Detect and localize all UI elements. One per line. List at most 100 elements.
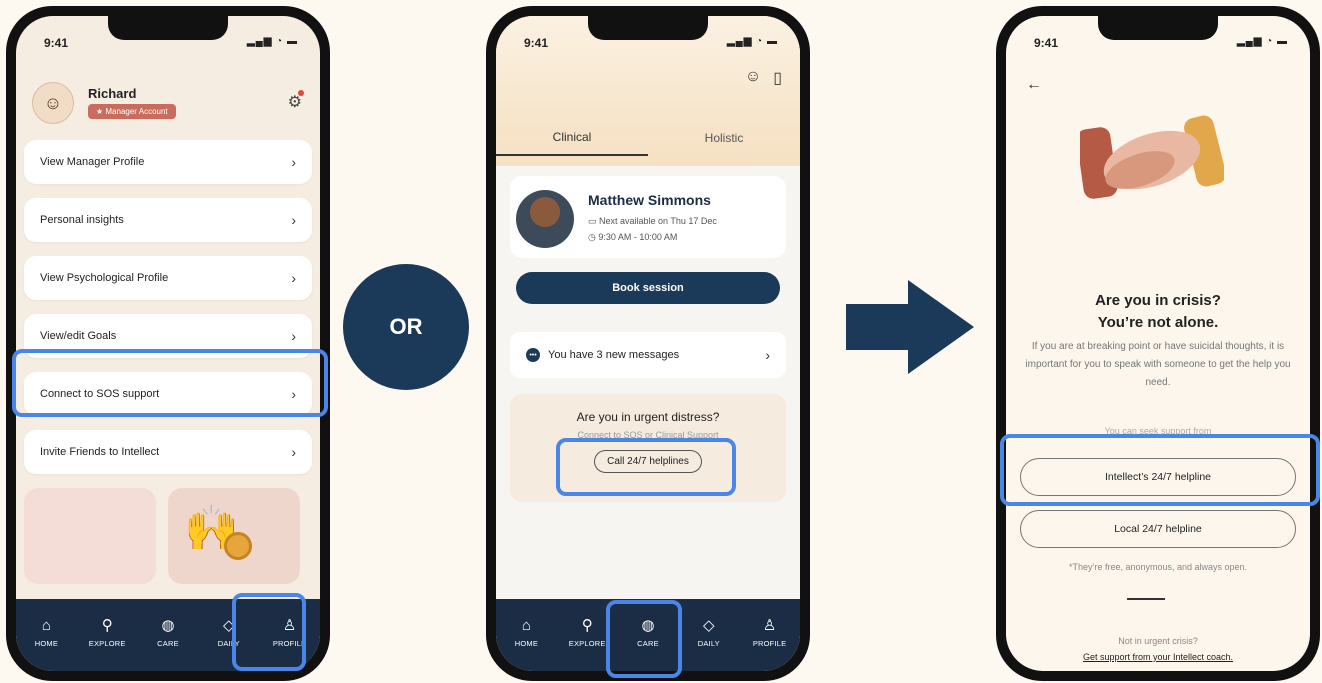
menu-item-invite-friends[interactable]: Invite Friends to Intellect › bbox=[24, 430, 312, 474]
content-tile-medal[interactable]: 🙌 bbox=[168, 488, 300, 584]
back-arrow-icon[interactable]: ← bbox=[1026, 76, 1042, 94]
chevron-right-icon: › bbox=[291, 328, 296, 344]
diamond-icon: ◇ bbox=[703, 617, 715, 634]
next-available-row: ▭ Next available on Thu 17 Dec bbox=[588, 216, 717, 227]
calendar-icon: ▭ bbox=[588, 216, 600, 226]
tab-profile[interactable]: ♙ PROFILE bbox=[743, 617, 797, 648]
crisis-title: Are you in crisis? You’re not alone. bbox=[1006, 290, 1310, 334]
tab-label: DAILY bbox=[697, 639, 720, 648]
tab-explore[interactable]: ⚲ EXPLORE bbox=[560, 617, 614, 648]
messages-row[interactable]: ••• You have 3 new messages › bbox=[510, 332, 786, 378]
book-session-button[interactable]: Book session bbox=[516, 272, 780, 304]
intellect-helpline-button[interactable]: Intellect’s 24/7 helpline bbox=[1020, 458, 1296, 496]
not-urgent-text: Not in urgent crisis? bbox=[1118, 636, 1198, 646]
canvas: 9:41 ▂▄▆ ◔ ▬ ☺ Richard ★ Manager Account… bbox=[0, 0, 1322, 683]
tab-profile[interactable]: ♙ PROFILE bbox=[263, 617, 317, 648]
menu-item-label: Invite Friends to Intellect bbox=[40, 446, 160, 458]
menu-item-manager-profile[interactable]: View Manager Profile › bbox=[24, 140, 312, 184]
status-icons: ▂▄▆ ◔ ▬ bbox=[246, 36, 298, 47]
chevron-right-icon: › bbox=[291, 154, 296, 170]
chat-face-icon[interactable]: ☺ bbox=[745, 68, 761, 88]
coach-photo bbox=[516, 190, 574, 248]
status-icons: ▂▄▆ ◔ ▬ bbox=[1236, 36, 1288, 47]
tab-home[interactable]: ⌂ HOME bbox=[19, 617, 73, 648]
tab-clinical[interactable]: Clinical bbox=[496, 120, 648, 156]
menu-item-label: Connect to SOS support bbox=[40, 388, 160, 400]
menu-item-label: View Manager Profile bbox=[40, 156, 145, 168]
phone-notch bbox=[588, 16, 708, 40]
status-time: 9:41 bbox=[1034, 36, 1059, 50]
manager-badge: ★ Manager Account bbox=[88, 104, 176, 119]
tab-label: EXPLORE bbox=[88, 639, 126, 648]
header-actions: ☺ ▯ bbox=[745, 68, 782, 88]
home-icon: ⌂ bbox=[521, 617, 531, 634]
bottom-tab-bar: ⌂ HOME ⚲ EXPLORE ◍ CARE ◇ DAILY ♙ PROFILE bbox=[496, 599, 800, 671]
tab-label: HOME bbox=[34, 639, 59, 648]
phone-crisis: 9:41 ▂▄▆ ◔ ▬ ← Are you in crisis? You’re… bbox=[996, 6, 1320, 681]
seek-support-text: You can seek support from bbox=[1104, 426, 1212, 436]
avatar[interactable]: ☺ bbox=[32, 82, 74, 124]
or-separator: OR bbox=[343, 264, 469, 390]
local-helpline-button[interactable]: Local 24/7 helpline bbox=[1020, 510, 1296, 548]
menu-item-personal-insights[interactable]: Personal insights › bbox=[24, 198, 312, 242]
chevron-right-icon: › bbox=[291, 212, 296, 228]
notification-dot bbox=[298, 90, 304, 96]
menu-item-goals[interactable]: View/edit Goals › bbox=[24, 314, 312, 358]
care-screen: 9:41 ▂▄▆ ◔ ▬ ☺ ▯ Clinical Holistic Matth… bbox=[496, 16, 800, 671]
chevron-right-icon: › bbox=[291, 270, 296, 286]
phone-notch bbox=[108, 16, 228, 40]
care-icon: ◍ bbox=[161, 617, 175, 634]
tab-explore[interactable]: ⚲ EXPLORE bbox=[80, 617, 134, 648]
chevron-right-icon: › bbox=[291, 386, 296, 402]
clock-icon: ◷ bbox=[588, 232, 599, 242]
tab-daily[interactable]: ◇ DAILY bbox=[682, 617, 736, 648]
tab-label: PROFILE bbox=[752, 639, 787, 648]
urgent-title: Are you in urgent distress? bbox=[576, 410, 720, 424]
chat-bubble-icon: ••• bbox=[526, 348, 540, 362]
menu-item-label: Personal insights bbox=[40, 214, 124, 226]
tab-care[interactable]: ◍ CARE bbox=[141, 617, 195, 648]
phone-care: 9:41 ▂▄▆ ◔ ▬ ☺ ▯ Clinical Holistic Matth… bbox=[486, 6, 810, 681]
search-icon: ⚲ bbox=[101, 617, 113, 634]
bookmark-icon[interactable]: ▯ bbox=[773, 68, 782, 88]
coach-name: Matthew Simmons bbox=[588, 192, 711, 208]
menu-item-psych-profile[interactable]: View Psychological Profile › bbox=[24, 256, 312, 300]
menu-item-sos-support[interactable]: Connect to SOS support › bbox=[24, 372, 312, 416]
tab-label: PROFILE bbox=[272, 639, 307, 648]
crisis-screen: 9:41 ▂▄▆ ◔ ▬ ← Are you in crisis? You’re… bbox=[1006, 16, 1310, 671]
call-helplines-button[interactable]: Call 24/7 helplines bbox=[594, 450, 702, 473]
urgent-distress-card: Are you in urgent distress? Connect to S… bbox=[510, 394, 786, 502]
phone-profile: 9:41 ▂▄▆ ◔ ▬ ☺ Richard ★ Manager Account… bbox=[6, 6, 330, 681]
crisis-title-line1: Are you in crisis? bbox=[1095, 292, 1221, 309]
tab-home[interactable]: ⌂ HOME bbox=[499, 617, 553, 648]
chevron-right-icon: › bbox=[765, 347, 770, 363]
tab-holistic[interactable]: Holistic bbox=[648, 120, 800, 156]
profile-header: ☺ Richard ★ Manager Account ⚙ bbox=[32, 82, 304, 126]
tab-label: DAILY bbox=[217, 639, 240, 648]
chevron-right-icon: › bbox=[291, 444, 296, 460]
crisis-title-line2: You’re not alone. bbox=[1097, 314, 1219, 331]
arrow-right-icon bbox=[846, 280, 974, 374]
profile-screen: 9:41 ▂▄▆ ◔ ▬ ☺ Richard ★ Manager Account… bbox=[16, 16, 320, 671]
menu-item-label: View/edit Goals bbox=[40, 330, 117, 342]
handshake-icon bbox=[1080, 115, 1224, 199]
tab-label: EXPLORE bbox=[568, 639, 606, 648]
tab-care[interactable]: ◍ CARE bbox=[621, 617, 675, 648]
coach-card[interactable]: Matthew Simmons ▭ Next available on Thu … bbox=[510, 176, 786, 258]
free-note: *They’re free, anonymous, and always ope… bbox=[1068, 562, 1248, 572]
bottom-tab-bar: ⌂ HOME ⚲ EXPLORE ◍ CARE ◇ DAILY ♙ PROFILE bbox=[16, 599, 320, 671]
messages-text: You have 3 new messages bbox=[548, 349, 680, 361]
medal-icon bbox=[224, 532, 252, 560]
tab-daily[interactable]: ◇ DAILY bbox=[202, 617, 256, 648]
coach-support-link[interactable]: Get support from your Intellect coach. bbox=[1006, 652, 1310, 662]
status-time: 9:41 bbox=[524, 36, 549, 50]
time-slot-text: 9:30 AM - 10:00 AM bbox=[598, 232, 678, 242]
status-icons: ▂▄▆ ◔ ▬ bbox=[726, 36, 778, 47]
tab-label: CARE bbox=[157, 639, 179, 648]
tab-label: CARE bbox=[637, 639, 659, 648]
urgent-subtitle: Connect to SOS or Clinical Support bbox=[577, 430, 719, 440]
home-icon: ⌂ bbox=[41, 617, 51, 634]
divider bbox=[1127, 598, 1165, 600]
care-tabs: Clinical Holistic bbox=[496, 120, 800, 156]
content-tile-leaves[interactable] bbox=[24, 488, 156, 584]
